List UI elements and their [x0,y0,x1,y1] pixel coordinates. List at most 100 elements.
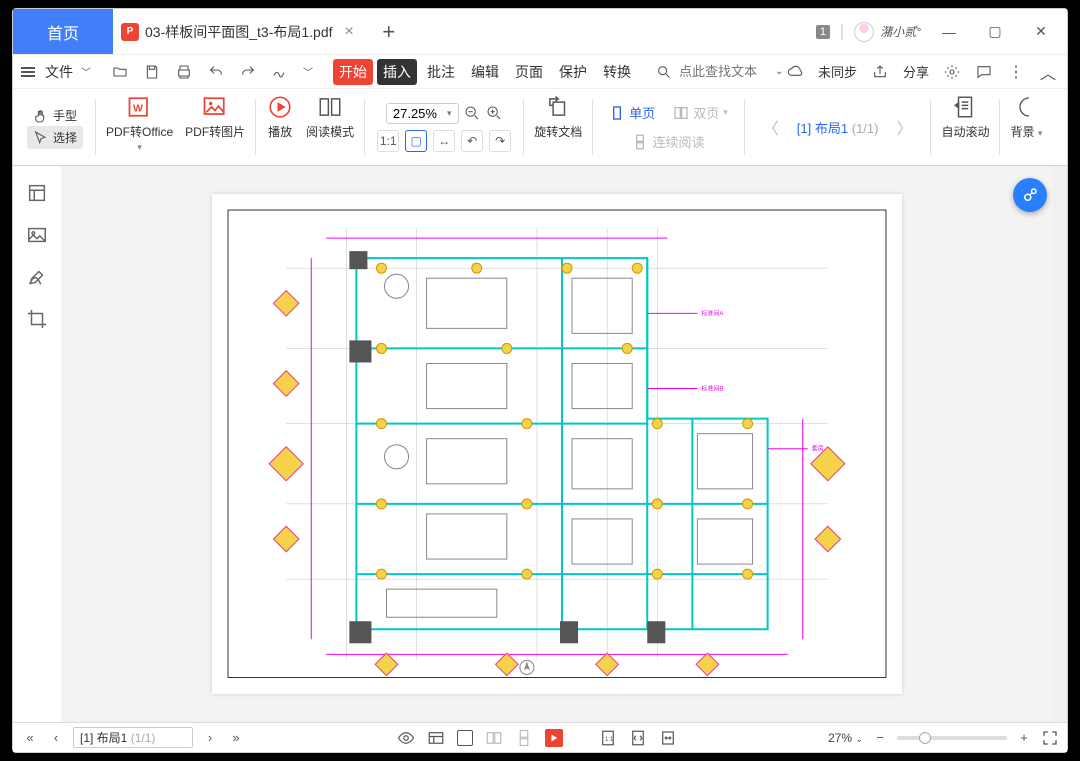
tab-start[interactable]: 开始 [333,59,373,85]
menu-bar: 文件 ﹀ ﹀ 开始 插入 批注 编辑 页面 保护 转换 ⌄ 未 [13,54,1067,88]
file-menu[interactable]: 文件 [45,62,73,82]
fit-actual-status-icon[interactable]: 1:1 [599,729,617,747]
image-icon [201,93,229,121]
double-page-status-icon[interactable] [485,729,503,747]
hand-tool[interactable]: 手型 [27,105,83,126]
maximize-button[interactable]: ▢ [977,23,1013,40]
signature-icon[interactable] [271,63,289,81]
svg-text:套房: 套房 [812,445,824,453]
fit-page-status-icon[interactable] [629,729,647,747]
continuous-read-button[interactable]: 连续阅读 [628,130,708,153]
page-indicator[interactable]: [1] 布局1 (1/1) [797,118,879,137]
open-icon[interactable] [111,63,129,81]
read-mode-button[interactable]: 阅读模式 [300,89,360,165]
home-tab[interactable]: 首页 [13,9,113,54]
single-page-status-icon[interactable] [457,730,473,746]
zoom-in-status-icon[interactable]: + [1015,729,1033,747]
page-box[interactable]: [1] 布局1 (1/1) [73,727,193,748]
play-label: 播放 [268,123,292,140]
thumbnails-icon[interactable] [26,182,48,204]
crop-panel-icon[interactable] [26,308,48,330]
print-icon[interactable] [175,63,193,81]
rotate-left-icon[interactable]: ↶ [461,130,483,152]
cloud-sync-icon[interactable] [786,63,804,81]
tab-convert[interactable]: 转换 [597,59,637,85]
next-page-button[interactable]: 〉 [890,115,918,139]
fit-width-status-icon[interactable] [659,729,677,747]
more-icon[interactable]: ⋮ [1007,63,1025,81]
svg-text:1:1: 1:1 [605,737,614,743]
mini-thumbnails-icon[interactable] [427,729,445,747]
user-signature: 潴小贰° [880,23,921,40]
background-button[interactable]: 背景 ▾ [1004,89,1048,165]
prev-page-icon[interactable]: ‹ [47,729,65,747]
page-viewport[interactable]: 标准间A 标准间B 套房 [61,166,1053,722]
feedback-icon[interactable] [975,63,993,81]
zoom-out-status-icon[interactable]: − [871,729,889,747]
share-icon[interactable] [871,63,889,81]
share-label[interactable]: 分享 [903,62,929,81]
collapse-ribbon-icon[interactable]: ︿ [1039,63,1057,81]
rotate-doc-button[interactable]: 旋转文档 [528,89,588,165]
eye-mode-icon[interactable] [397,729,415,747]
read-mode-label: 阅读模式 [306,123,354,140]
fit-actual-icon[interactable]: 1:1 [377,130,399,152]
rotate-right-icon[interactable]: ↷ [489,130,511,152]
chevron-down-icon[interactable]: ﹀ [81,64,91,79]
floor-plan-drawing: 标准间A 标准间B 套房 [226,208,888,679]
single-page-button[interactable]: 单页 [605,101,659,124]
zoom-readout[interactable]: 27% ⌄ [828,731,863,745]
next-page-icon[interactable]: › [201,729,219,747]
hand-tool-label: 手型 [53,107,77,124]
zoom-slider[interactable] [897,736,1007,740]
document-tab[interactable]: P 03-样板间平面图_t3-布局1.pdf × [113,9,371,54]
pdf-to-image-button[interactable]: PDF转图片 [179,89,251,165]
tab-insert[interactable]: 插入 [377,59,417,85]
zoom-in-icon[interactable] [485,104,503,122]
pdf-to-office-button[interactable]: W PDF转Office▾ [100,89,179,165]
save-icon[interactable] [143,63,161,81]
fullscreen-icon[interactable] [1041,729,1059,747]
redo-icon[interactable] [239,63,257,81]
vertical-scrollbar[interactable] [1053,166,1067,722]
first-page-icon[interactable]: « [21,729,39,747]
settings-gear-icon[interactable] [943,63,961,81]
continuous-status-icon[interactable] [515,729,533,747]
close-window-button[interactable]: ✕ [1023,23,1059,40]
user-account[interactable]: 潴小贰° [854,22,921,42]
svg-text:标准间B: 标准间B [701,385,723,393]
picture-panel-icon[interactable] [26,224,48,246]
unsync-label[interactable]: 未同步 [818,62,857,81]
fit-page-icon[interactable]: ▢ [405,130,427,152]
select-tool[interactable]: 选择 [27,126,83,149]
prev-page-button[interactable]: 〈 [757,115,785,139]
undo-icon[interactable] [207,63,225,81]
new-tab-button[interactable]: + [371,9,407,54]
side-panel [13,166,61,722]
minimize-button[interactable]: — [931,24,967,40]
zoom-combo[interactable]: 27.25%▾ [386,103,459,124]
auto-scroll-button[interactable]: 自动滚动 [935,89,995,165]
tab-annotate[interactable]: 批注 [421,59,461,85]
last-page-icon[interactable]: » [227,729,245,747]
quick-more-icon[interactable]: ﹀ [303,64,313,79]
search-dropdown-icon[interactable]: ⌄ [775,66,783,77]
select-tool-label: 选择 [53,129,77,146]
fit-width-icon[interactable]: ↔ [433,130,455,152]
search-box[interactable]: ⌄ [637,63,783,81]
play-button[interactable]: 播放 [260,89,300,165]
play-status-icon[interactable] [545,729,563,747]
svg-text:标准间A: 标准间A [701,309,723,317]
search-input[interactable] [679,64,769,79]
tab-edit[interactable]: 编辑 [465,59,505,85]
double-page-button[interactable]: 双页▾ [669,101,732,124]
hamburger-icon[interactable] [19,63,37,81]
tab-page[interactable]: 页面 [509,59,549,85]
notification-badge[interactable]: 1 [816,25,830,39]
app-window: 首页 P 03-样板间平面图_t3-布局1.pdf × + 1 | 潴小贰° —… [12,8,1068,753]
assistant-fab[interactable] [1013,178,1047,212]
tab-protect[interactable]: 保护 [553,59,593,85]
close-tab-icon[interactable]: × [339,23,360,41]
annotation-panel-icon[interactable] [26,266,48,288]
zoom-out-icon[interactable] [463,104,481,122]
